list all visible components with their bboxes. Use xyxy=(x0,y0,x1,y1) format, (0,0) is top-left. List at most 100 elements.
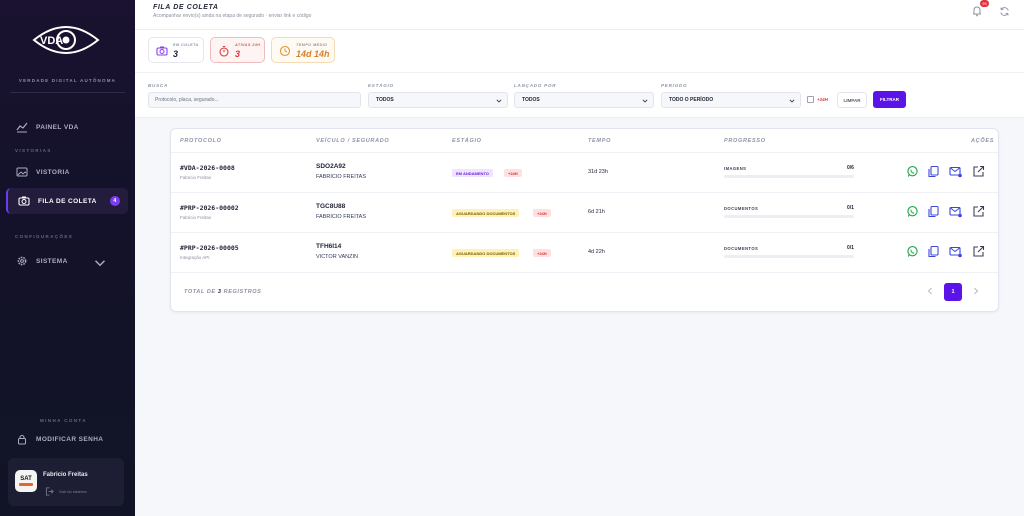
chevron-left-icon[interactable] xyxy=(926,287,934,295)
row-origin: Fabricio Freitas xyxy=(180,175,212,180)
progress-label: DOCUMENTOS xyxy=(724,206,759,211)
sidebar-item-painel[interactable]: PAINEL VDA xyxy=(6,116,128,138)
refresh-icon[interactable] xyxy=(999,6,1010,17)
total-records: TOTAL DE 3 REGISTROS xyxy=(184,289,261,295)
logout-label: Sair do sistema xyxy=(59,489,87,494)
avatar: SAT xyxy=(15,470,37,492)
sidebar-item-sistema[interactable]: SISTEMA xyxy=(6,250,128,272)
flag-24h-label: +24H xyxy=(817,97,828,102)
page-1-button[interactable]: 1 xyxy=(944,283,962,301)
copy-icon[interactable] xyxy=(927,245,940,258)
stat-label: ATIVAS 24H xyxy=(235,43,261,47)
sidebar-item-label: FILA DE COLETA xyxy=(38,197,97,205)
flag-24h-checkbox[interactable] xyxy=(807,96,814,103)
search-input[interactable]: Protocolo, placa, segurado... xyxy=(148,92,361,108)
period-value: TODO O PERÍODO xyxy=(669,97,714,103)
progress-count: 0/1 xyxy=(847,205,854,211)
logout-icon xyxy=(45,487,54,496)
logout-button[interactable]: Sair do sistema xyxy=(45,487,87,496)
stopwatch-icon xyxy=(219,46,229,57)
table-row[interactable]: #PRP-2026-00002 Fabricio Freitas TGC8U88… xyxy=(171,193,998,233)
period-select[interactable]: TODO O PERÍODO xyxy=(661,92,801,108)
sidebar-item-label: SISTEMA xyxy=(36,257,68,265)
clear-filters-button[interactable]: LIMPAR xyxy=(837,92,867,108)
row-time: 6d 21h xyxy=(588,209,605,215)
svg-text:VDA: VDA xyxy=(40,35,63,47)
row-client: FABRICIO FREITAS xyxy=(316,214,367,220)
fila-count-badge: 4 xyxy=(110,196,120,206)
copy-icon[interactable] xyxy=(927,165,940,178)
whatsapp-icon[interactable] xyxy=(906,165,919,178)
open-external-icon[interactable] xyxy=(972,165,985,178)
origin-label: LANÇADO POR xyxy=(514,83,557,88)
avatar-stripe xyxy=(19,483,33,486)
row-protocol[interactable]: #PRP-2026-00005 xyxy=(180,244,239,252)
total-suffix: REGISTROS xyxy=(221,289,262,295)
camera-icon xyxy=(156,46,168,56)
sidebar-item-modificar-senha[interactable]: MODIFICAR SENHA xyxy=(6,428,128,450)
sidebar-section-minha-conta: MINHA CONTA xyxy=(40,418,87,423)
stat-value: 14d 14h xyxy=(296,49,330,59)
send-email-icon[interactable] xyxy=(949,165,962,178)
vda-logo-icon[interactable]: VDA xyxy=(30,20,102,60)
chevron-right-icon[interactable] xyxy=(972,287,980,295)
search-label: BUSCA xyxy=(148,83,169,88)
row-protocol[interactable]: #PRP-2026-00002 xyxy=(180,204,239,212)
row-client: VICTOR VANZIN xyxy=(316,254,358,260)
filters-bar: BUSCA Protocolo, placa, segurado... ESTÁ… xyxy=(135,72,1024,118)
send-email-icon[interactable] xyxy=(949,245,962,258)
open-external-icon[interactable] xyxy=(972,205,985,218)
user-card: SAT Fabricio Freitas Sair do sistema xyxy=(8,458,124,506)
brand-tagline: VERDADE DIGITAL AUTÔNOMA xyxy=(18,78,117,83)
progress-count: 0/6 xyxy=(847,165,854,171)
row-plate: SDO2A92 xyxy=(316,163,346,170)
gear-icon xyxy=(17,256,27,266)
clock-icon xyxy=(279,45,291,57)
row-time: 4d 22h xyxy=(588,249,605,255)
page-title: FILA DE COLETA xyxy=(153,4,219,11)
sidebar-item-label: VISTORIA xyxy=(36,168,70,176)
stage-badge: EM ANDAMENTO xyxy=(452,169,493,177)
sidebar-item-vistoria[interactable]: VISTORIA xyxy=(6,161,128,183)
overdue-badge: +24H xyxy=(533,249,551,257)
copy-icon[interactable] xyxy=(927,205,940,218)
stat-ativas-24h: ATIVAS 24H 3 xyxy=(210,37,265,63)
lock-icon xyxy=(18,434,26,445)
stat-label: EM COLETA xyxy=(173,43,199,47)
column-header-estagio: ESTÁGIO xyxy=(452,138,482,144)
status-select[interactable]: TODOS xyxy=(368,92,508,108)
page-subtitle: Acompanhar envio(s) ainda na etapa de se… xyxy=(153,13,312,19)
origin-value: TODOS xyxy=(522,97,540,103)
open-external-icon[interactable] xyxy=(972,245,985,258)
trend-chart-icon xyxy=(16,122,28,133)
status-label: ESTÁGIO xyxy=(368,83,394,88)
stat-value: 3 xyxy=(235,49,241,59)
notification-badge: 99 xyxy=(980,0,989,7)
row-client: FABRICIO FREITAS xyxy=(316,174,367,180)
progress-label: DOCUMENTOS xyxy=(724,246,759,251)
sidebar-section-configuracoes: CONFIGURAÇÕES xyxy=(15,234,74,239)
column-header-protocolo: PROTOCOLO xyxy=(180,138,222,144)
stat-tempo-medio: TEMPO MÉDIO 14d 14h xyxy=(271,37,335,63)
row-origin: Fabricio Freitas xyxy=(180,215,212,220)
whatsapp-icon[interactable] xyxy=(906,245,919,258)
stat-value: 3 xyxy=(173,49,179,59)
sidebar-divider xyxy=(10,92,125,93)
row-protocol[interactable]: #VDA-2026-0008 xyxy=(180,164,235,172)
send-email-icon[interactable] xyxy=(949,205,962,218)
sidebar-item-fila-de-coleta[interactable]: FILA DE COLETA 4 xyxy=(6,188,128,214)
stats-bar: EM COLETA 3 ATIVAS 24H 3 TEMPO MÉDIO 14d… xyxy=(135,30,1024,72)
user-name: Fabricio Freitas xyxy=(43,472,88,478)
column-header-progresso: PROGRESSO xyxy=(724,138,766,144)
bell-icon[interactable] xyxy=(971,5,983,17)
whatsapp-icon[interactable] xyxy=(906,205,919,218)
origin-select[interactable]: TODOS xyxy=(514,92,654,108)
overdue-badge: +24H xyxy=(533,209,551,217)
chevron-down-icon xyxy=(94,260,106,267)
apply-filters-button[interactable]: FILTRAR xyxy=(873,91,906,108)
table-row[interactable]: #VDA-2026-0008 Fabricio Freitas SDO2A92 … xyxy=(171,153,998,193)
row-plate: TGC8U88 xyxy=(316,203,346,210)
stage-badge: AGUARDANDO DOCUMENTOS xyxy=(452,209,520,217)
gallery-icon xyxy=(16,167,28,177)
table-row[interactable]: #PRP-2026-00005 Integração API TFH6I14 V… xyxy=(171,233,998,273)
